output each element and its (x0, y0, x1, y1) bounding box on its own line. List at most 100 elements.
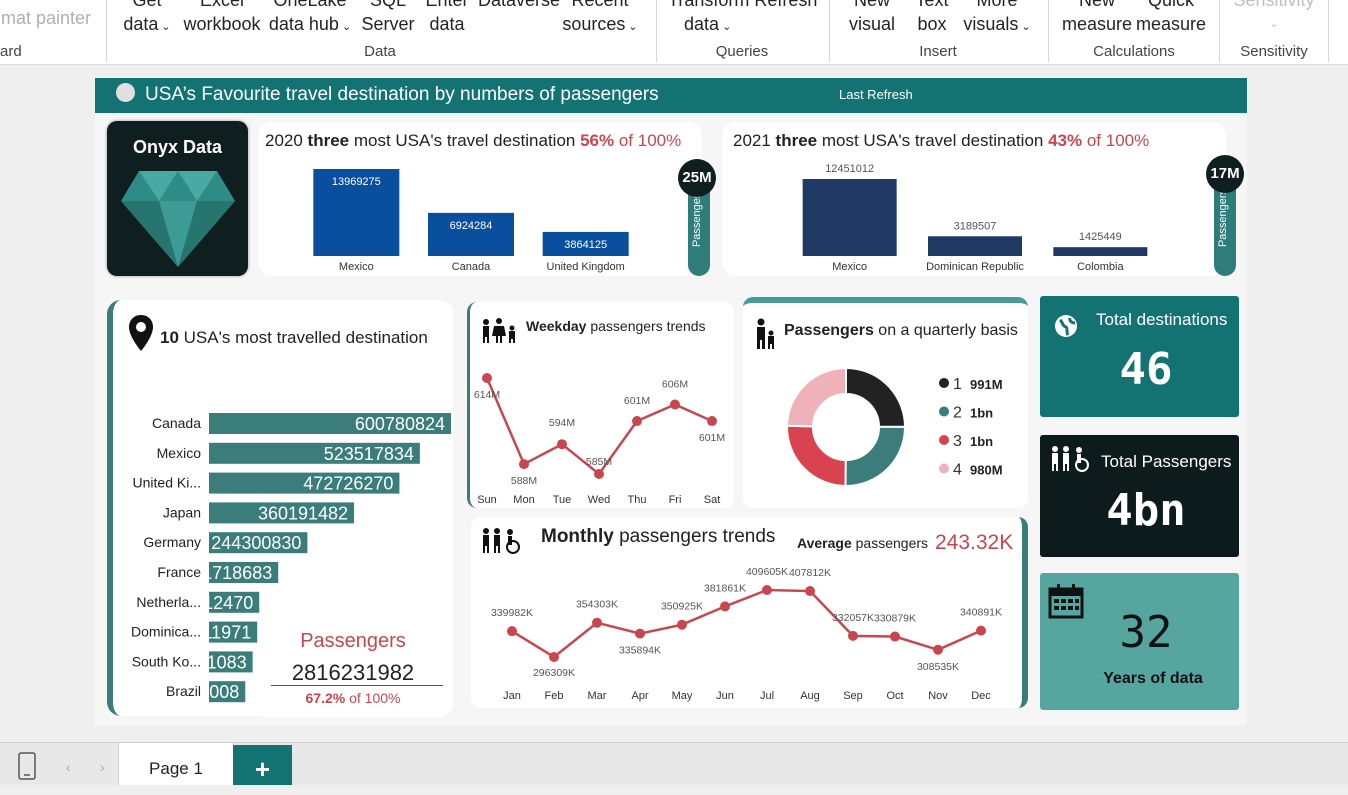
logo-text: Onyx Data (132, 137, 223, 157)
bar-value-label: 360191482 (258, 503, 348, 523)
format-painter-button[interactable]: mat painter (0, 6, 92, 30)
get-data-label: Get (132, 0, 162, 10)
x-tick-label: Wed (588, 494, 610, 506)
onelake-label2: data hub (268, 14, 339, 34)
weekday-card: Weekday passengers trends 614M Sun 588M Mon… (467, 302, 734, 508)
onelake-data-hub-button[interactable]: OneLake data hub ⌄ (268, 0, 352, 39)
excel-label: Excel (199, 0, 244, 10)
bar-value-label: 1718683 (202, 563, 272, 583)
text-box-button[interactable]: Text box (912, 0, 952, 36)
family-wheelchair-icon (1052, 446, 1089, 472)
category-label: Mexico (832, 261, 867, 273)
data-point (594, 469, 604, 479)
next-page-icon[interactable]: › (100, 759, 105, 775)
data-point (592, 617, 602, 628)
total-passengers-value: 4bn (1106, 485, 1186, 536)
group-queries-label: Queries (715, 43, 769, 60)
new-measure-button[interactable]: New measure (1062, 0, 1132, 36)
divider (1219, 0, 1220, 62)
x-tick-label: Jun (716, 690, 734, 702)
bar-chart-2021: 12451012 Mexico 3189507 Dominican Republic 1… (802, 163, 1148, 273)
data-label: 606M (662, 378, 688, 390)
data-point (762, 585, 772, 595)
legend-quarter: 1 (953, 376, 962, 393)
monthly-line-chart: 339982K Jan 296309K Feb 354303K Mar 335894K Apr… (491, 566, 1002, 702)
enter-data-label2: data (429, 14, 465, 34)
bar-value-label: 472726270 (303, 474, 393, 494)
quick-measure-label2: measure (1136, 14, 1207, 34)
data-label: 407812K (789, 567, 831, 579)
top10-card: 10 USA's most travelled destination Cana… (107, 300, 453, 718)
excel-label2: workbook (183, 14, 261, 34)
data-point (720, 601, 730, 612)
top3-2021-card: 2021 three most USA's travel destination… (722, 122, 1244, 276)
divider (656, 0, 657, 62)
bar-value-label: 9008 (199, 682, 239, 702)
x-tick-label: Apr (631, 690, 648, 702)
prev-page-icon[interactable]: ‹ (66, 759, 71, 775)
underline (271, 685, 443, 686)
data-point (670, 399, 680, 410)
data-label: 339982K (491, 607, 533, 619)
data-point (549, 652, 559, 662)
excel-workbook-button[interactable]: Excel workbook (180, 0, 264, 36)
recent-label2: sources (562, 14, 626, 34)
transform-label: Transform Refresh (668, 0, 818, 10)
onelake-label: OneLake (273, 0, 347, 10)
page-tab-page1[interactable]: Page 1 (118, 743, 234, 785)
bar-value-label: 12451012 (825, 163, 874, 175)
more-visuals-button[interactable]: More visuals ⌄ (962, 0, 1032, 39)
new-visual-button[interactable]: New visual (846, 0, 898, 36)
divider (1328, 0, 1329, 62)
sensitivity-button[interactable]: Sensitivity ⌄ (1226, 0, 1322, 36)
x-tick-label: Mar (588, 690, 607, 702)
mobile-layout-icon[interactable] (17, 751, 37, 781)
enter-data-label: Enter (425, 0, 469, 10)
bar (1053, 247, 1148, 256)
last-refresh-label: Last Refresh (839, 87, 913, 102)
category-label: Japan (163, 504, 201, 520)
total-destinations-card: Total destinations 46 (1040, 296, 1239, 417)
dataverse-button[interactable]: Dataverse (478, 0, 560, 12)
enter-data-button[interactable]: Enter data (424, 0, 470, 36)
x-tick-label: Feb (545, 690, 564, 702)
legend-quarter: 2 (953, 405, 962, 422)
sql-label2: Server (361, 14, 415, 34)
group-insert-label: Insert (919, 43, 957, 60)
years-of-data-card: 32 Years of data (1040, 573, 1239, 710)
total-passengers-card: Total Passengers 4bn (1040, 435, 1239, 557)
data-point (635, 628, 645, 639)
data-label: 354303K (576, 599, 618, 611)
sensitivity-label: Sensitivity (1233, 0, 1315, 10)
category-label: United Ki... (133, 475, 201, 491)
bar-value-label: 12470 (203, 593, 253, 613)
data-label: 308535K (917, 661, 959, 673)
bar-value-label: 1083 (207, 652, 247, 672)
more-visuals-label2: visuals (963, 14, 1019, 34)
ribbon: mat painter Get data ⌄ Excel workbook OneL… (0, 0, 1348, 65)
sql-server-button[interactable]: SQL Server (360, 0, 416, 36)
recent-sources-button[interactable]: Recent sources ⌄ (560, 0, 640, 39)
transform-data-button[interactable]: Transform Refresh data ⌄ (668, 0, 818, 39)
bar (802, 179, 897, 256)
category-label: Colombia (1077, 261, 1124, 273)
donut-slice (844, 425, 907, 487)
legend-marker (939, 435, 949, 445)
add-page-button[interactable]: + (233, 745, 292, 785)
total-2021-badge: 17M (1206, 155, 1244, 193)
data-label: 296309K (533, 667, 575, 679)
x-tick-label: Jan (503, 690, 521, 702)
group-clipboard-label: ard (0, 43, 22, 60)
legend-marker (939, 406, 949, 417)
quick-measure-button[interactable]: Quick measure (1136, 0, 1206, 36)
data-point (933, 644, 943, 655)
x-tick-label: Sat (704, 494, 721, 506)
format-painter-label: mat painter (0, 8, 92, 28)
chevron-down-icon: ⌄ (1269, 18, 1279, 30)
legend-value: 1bn (970, 406, 993, 421)
data-label: 350925K (661, 601, 703, 613)
data-label: 601M (624, 395, 650, 407)
x-tick-label: Tue (553, 494, 572, 506)
get-data-button[interactable]: Get data ⌄ (122, 0, 172, 39)
data-label: 585M (586, 456, 612, 468)
